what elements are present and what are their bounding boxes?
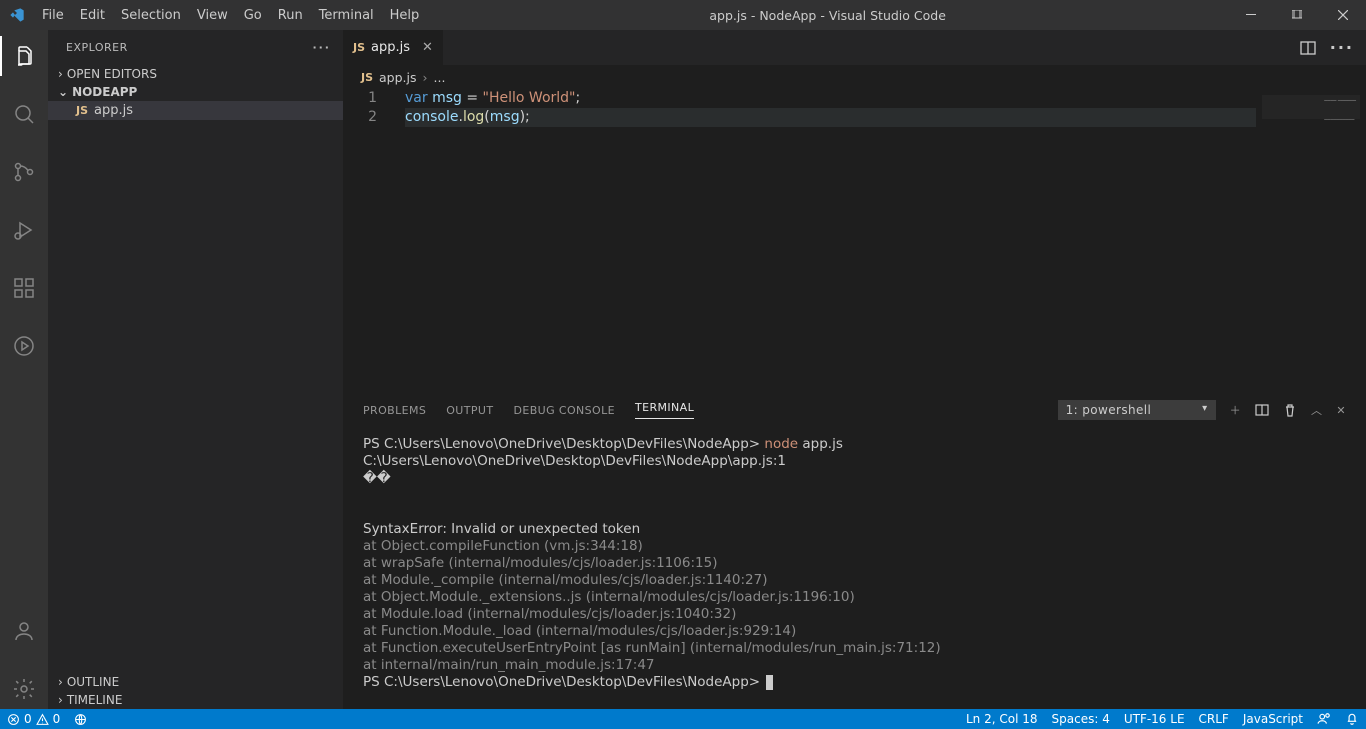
project-root[interactable]: ⌄NODEAPP bbox=[48, 83, 343, 101]
run-debug-icon[interactable] bbox=[0, 210, 48, 250]
live-server-icon[interactable] bbox=[0, 326, 48, 366]
file-tree-item[interactable]: JS app.js bbox=[48, 101, 343, 120]
terminal-output[interactable]: PS C:\Users\Lenovo\OneDrive\Desktop\DevF… bbox=[343, 426, 1366, 709]
js-file-icon: JS bbox=[353, 41, 365, 54]
language-mode[interactable]: JavaScript bbox=[1236, 712, 1310, 726]
breadcrumb-rest: ... bbox=[434, 70, 446, 85]
js-file-icon: JS bbox=[76, 104, 88, 117]
terminal-stack-line: at Module._compile (internal/modules/cjs… bbox=[363, 572, 1346, 589]
panel-tab-output[interactable]: OUTPUT bbox=[446, 404, 493, 417]
maximize-button[interactable] bbox=[1274, 0, 1320, 30]
editor-tab[interactable]: JS app.js ✕ bbox=[343, 30, 443, 65]
open-editors-label: OPEN EDITORS bbox=[67, 67, 157, 81]
minimize-button[interactable] bbox=[1228, 0, 1274, 30]
explorer-sidebar: EXPLORER ··· ›OPEN EDITORS ⌄NODEAPP JS a… bbox=[48, 30, 343, 709]
timeline-label: TIMELINE bbox=[67, 693, 123, 707]
panel-tab-terminal[interactable]: TERMINAL bbox=[635, 401, 694, 419]
terminal-line: �� bbox=[363, 470, 1346, 487]
breadcrumb-file: app.js bbox=[379, 70, 417, 85]
explorer-more-icon[interactable]: ··· bbox=[312, 41, 331, 54]
terminal-error: SyntaxError: Invalid or unexpected token bbox=[363, 521, 1346, 538]
notifications-icon[interactable] bbox=[1338, 712, 1366, 726]
minimap[interactable]: ━━━━ ━━━━━━━━━━━━━━━━ bbox=[1256, 89, 1366, 393]
errors-warnings[interactable]: 0 0 bbox=[0, 712, 67, 726]
source-control-icon[interactable] bbox=[0, 152, 48, 192]
indentation[interactable]: Spaces: 4 bbox=[1045, 712, 1117, 726]
warning-count: 0 bbox=[53, 712, 61, 726]
encoding[interactable]: UTF-16 LE bbox=[1117, 712, 1192, 726]
split-editor-icon[interactable] bbox=[1300, 40, 1316, 56]
close-tab-icon[interactable]: ✕ bbox=[422, 40, 433, 55]
extensions-icon[interactable] bbox=[0, 268, 48, 308]
terminal-stack-line: at Object.Module._extensions..js (intern… bbox=[363, 589, 1346, 606]
terminal-line: C:\Users\Lenovo\OneDrive\Desktop\DevFile… bbox=[363, 453, 1346, 470]
live-server-status[interactable] bbox=[67, 713, 94, 726]
terminal-prompt: PS C:\Users\Lenovo\OneDrive\Desktop\DevF… bbox=[363, 674, 764, 690]
open-editors-section[interactable]: ›OPEN EDITORS bbox=[48, 65, 343, 83]
feedback-icon[interactable] bbox=[1310, 712, 1338, 726]
menu-go[interactable]: Go bbox=[236, 8, 270, 23]
eol[interactable]: CRLF bbox=[1192, 712, 1236, 726]
code-line[interactable]: var msg = "Hello World"; bbox=[405, 89, 1366, 108]
menu-bar: File Edit Selection View Go Run Terminal… bbox=[34, 8, 427, 23]
menu-help[interactable]: Help bbox=[382, 8, 428, 23]
title-bar: File Edit Selection View Go Run Terminal… bbox=[0, 0, 1366, 30]
terminal-command: node bbox=[764, 436, 798, 452]
editor-group: JS app.js ✕ ··· JS app.js › ... 1 2 var … bbox=[343, 30, 1366, 709]
menu-view[interactable]: View bbox=[189, 8, 236, 23]
minimap-viewport[interactable] bbox=[1262, 95, 1360, 119]
new-terminal-icon[interactable]: ＋ bbox=[1230, 402, 1241, 418]
breadcrumb-sep-icon: › bbox=[423, 70, 428, 85]
js-file-icon: JS bbox=[361, 71, 373, 84]
code-editor[interactable]: 1 2 var msg = "Hello World"; console.log… bbox=[343, 89, 1366, 393]
code-line[interactable]: console.log(msg); bbox=[405, 108, 1366, 127]
error-count: 0 bbox=[24, 712, 32, 726]
menu-terminal[interactable]: Terminal bbox=[311, 8, 382, 23]
terminal-arg: app.js bbox=[798, 436, 843, 452]
line-number: 2 bbox=[343, 108, 377, 127]
menu-file[interactable]: File bbox=[34, 8, 72, 23]
panel-tab-problems[interactable]: PROBLEMS bbox=[363, 404, 426, 417]
terminal-stack-line: at internal/main/run_main_module.js:17:4… bbox=[363, 657, 1346, 674]
maximize-panel-icon[interactable]: ︿ bbox=[1311, 402, 1322, 418]
line-gutter: 1 2 bbox=[343, 89, 395, 127]
line-number: 1 bbox=[343, 89, 377, 108]
terminal-cursor bbox=[766, 675, 773, 690]
bottom-panel: PROBLEMS OUTPUT DEBUG CONSOLE TERMINAL 1… bbox=[343, 393, 1366, 709]
outline-section[interactable]: ›OUTLINE bbox=[48, 673, 343, 691]
menu-run[interactable]: Run bbox=[270, 8, 311, 23]
panel-tab-debug-console[interactable]: DEBUG CONSOLE bbox=[513, 404, 615, 417]
terminal-stack-line: at wrapSafe (internal/modules/cjs/loader… bbox=[363, 555, 1346, 572]
breadcrumb[interactable]: JS app.js › ... bbox=[343, 65, 1366, 89]
timeline-section[interactable]: ›TIMELINE bbox=[48, 691, 343, 709]
terminal-selector[interactable]: 1: powershell bbox=[1058, 400, 1216, 420]
terminal-stack-line: at Function.Module._load (internal/modul… bbox=[363, 623, 1346, 640]
activity-bar bbox=[0, 30, 48, 709]
menu-selection[interactable]: Selection bbox=[113, 8, 189, 23]
accounts-icon[interactable] bbox=[0, 611, 48, 651]
panel-tab-bar: PROBLEMS OUTPUT DEBUG CONSOLE TERMINAL 1… bbox=[343, 394, 1366, 426]
terminal-stack-line: at Module.load (internal/modules/cjs/loa… bbox=[363, 606, 1346, 623]
cursor-position[interactable]: Ln 2, Col 18 bbox=[959, 712, 1045, 726]
close-window-button[interactable] bbox=[1320, 0, 1366, 30]
tab-label: app.js bbox=[371, 40, 410, 55]
terminal-prompt: PS C:\Users\Lenovo\OneDrive\Desktop\DevF… bbox=[363, 436, 764, 452]
editor-tabs: JS app.js ✕ ··· bbox=[343, 30, 1366, 65]
terminal-stack-line: at Object.compileFunction (vm.js:344:18) bbox=[363, 538, 1346, 555]
kill-terminal-icon[interactable] bbox=[1283, 403, 1297, 417]
vscode-logo-icon bbox=[0, 7, 34, 23]
explorer-icon[interactable] bbox=[0, 36, 48, 76]
window-title: app.js - NodeApp - Visual Studio Code bbox=[427, 8, 1228, 23]
split-terminal-icon[interactable] bbox=[1255, 403, 1269, 417]
search-icon[interactable] bbox=[0, 94, 48, 134]
project-root-label: NODEAPP bbox=[72, 85, 137, 99]
close-panel-icon[interactable]: ✕ bbox=[1336, 404, 1346, 417]
menu-edit[interactable]: Edit bbox=[72, 8, 113, 23]
file-name: app.js bbox=[94, 103, 133, 118]
explorer-title: EXPLORER bbox=[66, 41, 128, 54]
terminal-stack-line: at Function.executeUserEntryPoint [as ru… bbox=[363, 640, 1346, 657]
settings-gear-icon[interactable] bbox=[0, 669, 48, 709]
outline-label: OUTLINE bbox=[67, 675, 119, 689]
editor-more-icon[interactable]: ··· bbox=[1330, 38, 1354, 57]
